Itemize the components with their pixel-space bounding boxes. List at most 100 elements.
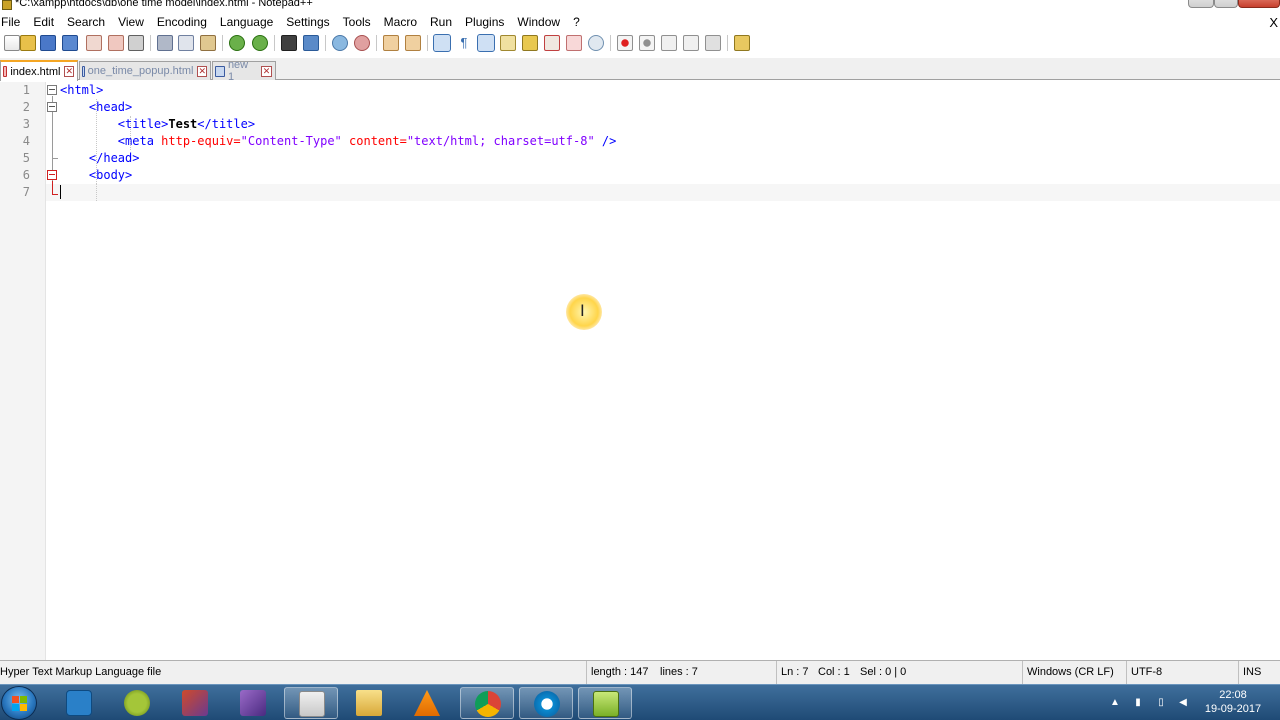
indent-guide — [96, 184, 97, 201]
tab-close-icon[interactable]: ✕ — [197, 65, 207, 77]
system-clock[interactable]: 22:08 19-09-2017 — [1196, 688, 1270, 716]
taskbar-chrome[interactable] — [460, 687, 514, 719]
network-icon[interactable]: ▮ — [1133, 698, 1143, 708]
menu-encoding[interactable]: Encoding — [150, 14, 213, 32]
unsaved-file-icon — [3, 66, 8, 77]
save-icon[interactable] — [40, 35, 56, 51]
volume-icon[interactable]: ◀ — [1178, 698, 1188, 708]
record-macro-icon[interactable] — [617, 35, 633, 51]
zoom-out-icon[interactable] — [354, 35, 370, 51]
menu-file[interactable]: File — [0, 14, 26, 32]
zoom-in-icon[interactable] — [332, 35, 348, 51]
tab-new-1[interactable]: new 1 ✕ — [212, 59, 276, 83]
close-document-icon[interactable]: X — [1269, 15, 1278, 30]
launch-browser-icon[interactable] — [734, 35, 750, 51]
line-number: 4 — [22, 134, 30, 148]
folder-as-workspace-icon[interactable] — [566, 35, 582, 51]
taskbar-hp[interactable] — [519, 687, 573, 719]
tab-close-icon[interactable]: ✕ — [261, 65, 272, 77]
text-caret — [60, 185, 61, 199]
document-map-icon[interactable] — [522, 35, 538, 51]
close-window-button[interactable] — [1238, 0, 1280, 8]
outlook-icon — [66, 690, 92, 716]
replace-icon[interactable] — [303, 35, 319, 51]
menu-search[interactable]: Search — [60, 14, 111, 32]
fold-body-icon[interactable] — [47, 170, 57, 180]
toolbar-separator — [376, 35, 377, 51]
code-line-2: <head> — [60, 99, 132, 116]
show-all-characters-icon[interactable]: ¶ — [456, 35, 472, 51]
fold-end-tick-active — [52, 194, 58, 195]
tab-label: one_time_popup.html — [87, 65, 194, 77]
copy-icon[interactable] — [178, 35, 194, 51]
user-defined-language-icon[interactable] — [500, 35, 516, 51]
new-file-icon[interactable] — [4, 35, 20, 51]
taskbar-android-studio[interactable] — [110, 687, 164, 719]
open-file-icon[interactable] — [20, 35, 36, 51]
menu-macro[interactable]: Macro — [377, 14, 423, 32]
code-editor[interactable]: 1 2 3 4 5 6 7 <html> <head> <title>Test<… — [0, 82, 1280, 660]
menu-edit[interactable]: Edit — [26, 14, 60, 32]
save-macro-icon[interactable] — [705, 35, 721, 51]
sync-horizontal-icon[interactable] — [405, 35, 421, 51]
menu-run[interactable]: Run — [423, 14, 458, 32]
fold-html-icon[interactable] — [47, 85, 57, 95]
function-list-icon[interactable] — [544, 35, 560, 51]
tab-close-icon[interactable]: ✕ — [64, 66, 74, 77]
taskbar-file-explorer[interactable] — [342, 687, 396, 719]
line-number: 5 — [22, 151, 30, 165]
status-eol[interactable]: Windows (CR LF) — [1022, 661, 1126, 684]
menu-plugins[interactable]: Plugins — [458, 14, 510, 32]
saved-file-icon — [82, 65, 85, 77]
menu-view[interactable]: View — [111, 14, 150, 32]
taskbar-xampp[interactable] — [168, 687, 222, 719]
playback-macro-icon[interactable] — [661, 35, 677, 51]
meta-val-charset: "text/html; charset=utf-8" — [406, 134, 595, 148]
close-all-icon[interactable] — [108, 35, 124, 51]
xampp-icon — [182, 690, 208, 716]
menu-settings[interactable]: Settings — [279, 14, 335, 32]
line-number: 2 — [22, 100, 30, 114]
meta-val-content-type: "Content-Type" — [240, 134, 342, 148]
monitoring-icon[interactable] — [588, 35, 604, 51]
redo-icon[interactable] — [252, 35, 268, 51]
code-line-3: <title>Test</title> — [60, 116, 255, 133]
taskbar-outlook[interactable] — [52, 687, 106, 719]
tab-index-html[interactable]: index.html ✕ — [0, 60, 78, 81]
paste-icon[interactable] — [200, 35, 216, 51]
minimize-button[interactable] — [1188, 0, 1214, 8]
tab-one-time-popup-html[interactable]: one_time_popup.html ✕ — [79, 61, 211, 80]
taskbar-vlc[interactable] — [400, 687, 454, 719]
status-encoding[interactable]: UTF-8 — [1126, 661, 1238, 684]
close-file-icon[interactable] — [86, 35, 102, 51]
undo-icon[interactable] — [229, 35, 245, 51]
taskbar-adobe[interactable] — [226, 687, 280, 719]
cut-icon[interactable] — [157, 35, 173, 51]
word-wrap-icon[interactable] — [433, 34, 451, 52]
notepadpp-icon — [593, 691, 619, 717]
menu-window[interactable]: Window — [510, 14, 566, 32]
save-all-icon[interactable] — [62, 35, 78, 51]
maximize-button[interactable] — [1214, 0, 1238, 8]
paint-icon — [299, 691, 325, 717]
start-button[interactable] — [1, 686, 37, 720]
head-close-tag: </head> — [88, 151, 140, 165]
indent-guide-icon[interactable] — [477, 34, 495, 52]
clock-time: 22:08 — [1219, 689, 1247, 701]
taskbar-notepadpp[interactable] — [578, 687, 632, 719]
battery-icon[interactable]: ▯ — [1156, 698, 1166, 708]
taskbar-paint[interactable] — [284, 687, 338, 719]
status-col: Col : 1 — [818, 666, 850, 678]
stop-recording-icon[interactable] — [639, 35, 655, 51]
sync-vertical-icon[interactable] — [383, 35, 399, 51]
menu-tools[interactable]: Tools — [336, 14, 377, 32]
fold-head-icon[interactable] — [47, 102, 57, 112]
saved-file-icon — [215, 65, 225, 77]
menu-help[interactable]: ? — [566, 14, 586, 32]
menu-language[interactable]: Language — [213, 14, 279, 32]
title-text: Test — [168, 117, 198, 131]
run-macro-multiple-icon[interactable] — [683, 35, 699, 51]
show-hidden-icons-icon[interactable]: ▲ — [1110, 698, 1120, 708]
print-icon[interactable] — [128, 35, 144, 51]
find-icon[interactable] — [281, 35, 297, 51]
